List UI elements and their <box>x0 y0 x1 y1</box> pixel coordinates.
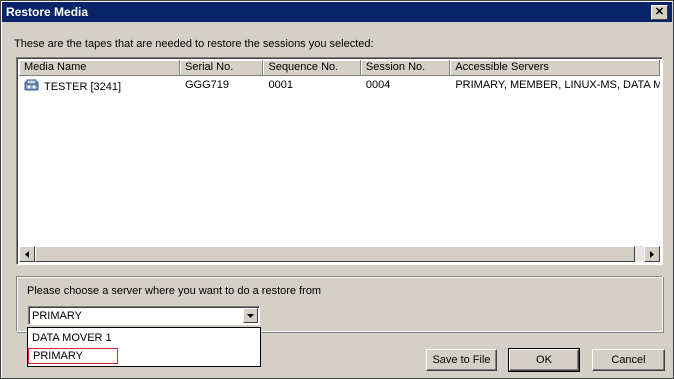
close-icon: ✕ <box>654 6 665 18</box>
ok-label: OK <box>536 354 552 366</box>
cell-serial-no: GGG719 <box>184 79 230 91</box>
close-button[interactable]: ✕ <box>651 5 668 20</box>
dropdown-arrow-button[interactable] <box>243 308 258 323</box>
dropdown-option-data-mover-1[interactable]: DATA MOVER 1 <box>28 331 260 347</box>
server-choice-label: Please choose a server where you want to… <box>27 285 322 297</box>
dropdown-option-primary[interactable]: PRIMARY <box>28 348 118 364</box>
cancel-button[interactable]: Cancel <box>592 349 665 371</box>
scrollbar-thumb[interactable] <box>35 246 635 262</box>
restore-media-dialog: Restore Media ✕ These are the tapes that… <box>0 0 674 379</box>
media-list[interactable]: Media Name Serial No. Sequence No. Sessi… <box>16 57 663 265</box>
title-bar[interactable]: Restore Media ✕ <box>2 2 672 22</box>
column-header-session-no[interactable]: Session No. <box>360 60 451 76</box>
cell-media-name: TESTER [3241] <box>19 77 180 94</box>
instruction-text: These are the tapes that are needed to r… <box>14 38 374 50</box>
window-title: Restore Media <box>6 5 89 19</box>
save-to-file-button[interactable]: Save to File <box>426 349 497 371</box>
column-header-accessible-servers[interactable]: Accessible Servers <box>450 60 661 76</box>
horizontal-scrollbar[interactable] <box>19 246 660 262</box>
arrow-left-icon <box>25 250 29 258</box>
arrow-right-icon <box>650 250 654 258</box>
scroll-left-button[interactable] <box>19 246 35 262</box>
server-dropdown-list: DATA MOVER 1 PRIMARY <box>27 327 261 367</box>
server-select-value: PRIMARY <box>32 310 82 322</box>
column-header-sequence-no[interactable]: Sequence No. <box>263 60 361 76</box>
column-header-serial-no[interactable]: Serial No. <box>179 60 264 76</box>
table-row[interactable]: TESTER [3241] GGG719 0001 0004 PRIMARY, … <box>19 77 660 94</box>
cancel-label: Cancel <box>611 354 646 366</box>
media-name-text: TESTER [3241] <box>44 81 122 93</box>
cell-session-no: 0004 <box>365 79 391 91</box>
ok-button[interactable]: OK <box>508 348 580 372</box>
server-select[interactable]: PRIMARY <box>28 306 260 325</box>
list-header: Media Name Serial No. Sequence No. Sessi… <box>19 60 661 76</box>
tape-media-icon <box>24 79 39 91</box>
cell-accessible-servers: PRIMARY, MEMBER, LINUX-MS, DATA M <box>455 79 660 91</box>
chevron-down-icon <box>247 313 254 318</box>
save-to-file-label: Save to File <box>432 354 491 366</box>
scroll-right-button[interactable] <box>644 246 660 262</box>
cell-sequence-no: 0001 <box>268 79 293 91</box>
column-header-media-name[interactable]: Media Name <box>19 60 180 76</box>
